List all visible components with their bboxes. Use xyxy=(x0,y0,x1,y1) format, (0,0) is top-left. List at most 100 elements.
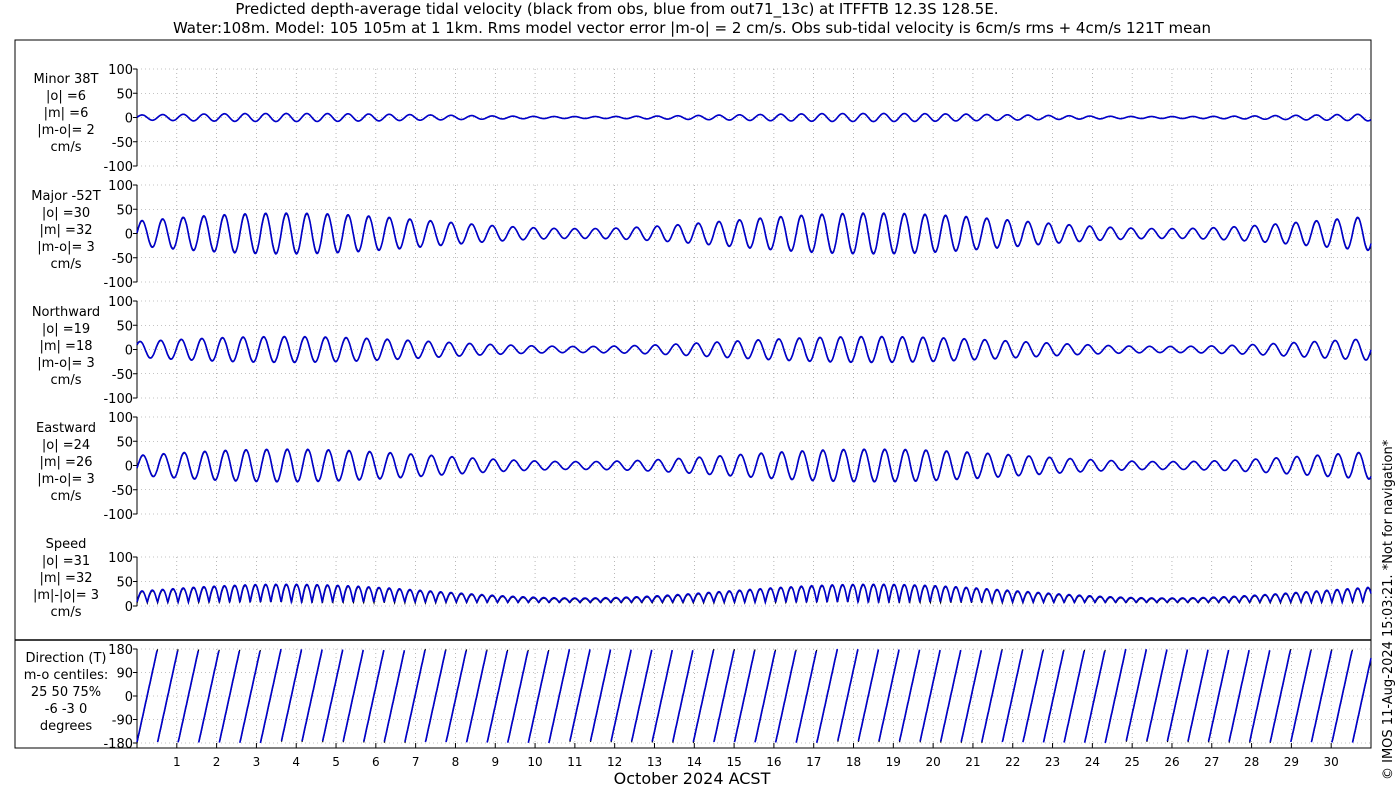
xtick-label: 9 xyxy=(491,755,499,769)
xtick-label: 30 xyxy=(1324,755,1339,769)
panel-label: Major -52T xyxy=(31,189,100,204)
xtick-label: 18 xyxy=(846,755,861,769)
panel-label: cm/s xyxy=(51,489,82,504)
xtick-label: 24 xyxy=(1085,755,1100,769)
ytick-label: -180 xyxy=(103,737,133,752)
ytick-label: 100 xyxy=(108,551,133,566)
panel-label: Eastward xyxy=(36,421,96,436)
ytick-label: 50 xyxy=(116,576,133,591)
xtick-label: 1 xyxy=(173,755,181,769)
ytick-label: -50 xyxy=(112,136,133,151)
panel-label: |m| =32 xyxy=(40,571,93,586)
xtick-label: 8 xyxy=(452,755,460,769)
ytick-label: 0 xyxy=(125,344,133,359)
panel-label: |m|-|o|= 3 xyxy=(33,588,99,603)
xtick-label: 11 xyxy=(567,755,582,769)
ytick-label: 90 xyxy=(116,667,133,682)
xtick-label: 23 xyxy=(1045,755,1060,769)
upper-frame xyxy=(14,39,1372,641)
xtick-label: 10 xyxy=(527,755,542,769)
ytick-label: 100 xyxy=(108,63,133,78)
ytick-label: 100 xyxy=(108,295,133,310)
panel-eastward: -100 -50 0 50 100 Eastward |o| =24 |m| =26 |m-o|… xyxy=(36,411,1372,523)
tidal-velocity-chart: Predicted depth-average tidal velocity (… xyxy=(14,0,1396,788)
panel-northward: -100 -50 0 50 100 Northward |o| =19 |m| =18 |m-o… xyxy=(32,295,1372,407)
chart-title-line2: Water:108m. Model: 105 105m at 1 1km. Rm… xyxy=(173,19,1211,37)
panel-major: -100 -50 0 50 100 Major -52T |o| =30 |m| =32 |m-… xyxy=(31,179,1372,291)
panel-label: 25 50 75% xyxy=(31,685,101,700)
xtick-label: 29 xyxy=(1284,755,1299,769)
panel-label: |m| =26 xyxy=(40,455,93,470)
xtick-label: 27 xyxy=(1204,755,1219,769)
panel-minor: -100 -50 0 50 100 Minor 38T |o| =6 |m| =6 |m-o|=… xyxy=(34,63,1372,175)
xtick-label: 28 xyxy=(1244,755,1259,769)
panel-label: degrees xyxy=(40,719,93,734)
panel-label: |m-o|= 3 xyxy=(37,240,95,255)
panel-label: |m| =6 xyxy=(44,106,89,121)
xtick-label: 21 xyxy=(965,755,980,769)
ytick-label: 180 xyxy=(108,643,133,658)
ytick-label: 0 xyxy=(125,112,133,127)
ytick-label: 50 xyxy=(116,87,133,102)
series-model-line xyxy=(136,112,1372,123)
panel-label: Northward xyxy=(32,305,100,320)
x-axis: 1 2 3 4 5 6 7 8 9 10 11 12 13 14 15 16 17 18 19 20 21 22 23 24 2… xyxy=(136,743,1372,769)
panel-label: |m-o|= 3 xyxy=(37,356,95,371)
ytick-label: -100 xyxy=(103,508,133,523)
panel-label: cm/s xyxy=(51,257,82,272)
ytick-label: 0 xyxy=(125,460,133,475)
ytick-label: -100 xyxy=(103,160,133,175)
x-axis-label: October 2024 ACST xyxy=(614,769,771,788)
panel-label: Minor 38T xyxy=(34,72,99,87)
xtick-label: 5 xyxy=(332,755,340,769)
panel-label: |m-o|= 3 xyxy=(37,472,95,487)
panel-label: |o| =6 xyxy=(46,89,86,104)
xtick-label: 2 xyxy=(213,755,221,769)
panel-label: -6 -3 0 xyxy=(45,702,87,717)
ytick-label: 50 xyxy=(116,203,133,218)
xtick-label: 25 xyxy=(1125,755,1140,769)
xtick-label: 14 xyxy=(687,755,702,769)
panel-label: cm/s xyxy=(51,140,82,155)
xtick-label: 17 xyxy=(806,755,821,769)
ytick-label: -100 xyxy=(103,392,133,407)
panel-direction: -180 -90 0 90 180Direction (T) m-o centiles: 2… xyxy=(24,643,1372,752)
panel-label: |o| =24 xyxy=(42,438,90,453)
xtick-label: 15 xyxy=(726,755,741,769)
xtick-label: 20 xyxy=(925,755,940,769)
panel-label: |o| =30 xyxy=(42,206,90,221)
xtick-label: 19 xyxy=(886,755,901,769)
ytick-label: 100 xyxy=(108,179,133,194)
xtick-label: 12 xyxy=(607,755,622,769)
panel-label: cm/s xyxy=(51,373,82,388)
ytick-label: -100 xyxy=(103,276,133,291)
xtick-label: 3 xyxy=(253,755,261,769)
ytick-label: 50 xyxy=(116,435,133,450)
ytick-label: 0 xyxy=(125,600,133,615)
ytick-label: -50 xyxy=(112,368,133,383)
xtick-label: 22 xyxy=(1005,755,1020,769)
ytick-label: -90 xyxy=(112,714,133,729)
xtick-label: 16 xyxy=(766,755,781,769)
panel-label: |o| =31 xyxy=(42,554,90,569)
panel-speed: 0 50 100 Speed |o| =31 |m| =32 |m|-|o|= 3 cm/s xyxy=(33,537,1372,620)
panel-label: |m| =32 xyxy=(40,223,93,238)
panel-label: Speed xyxy=(46,537,87,552)
ytick-label: 50 xyxy=(116,319,133,334)
ytick-label: -50 xyxy=(112,252,133,267)
panel-label: m-o centiles: xyxy=(24,668,109,683)
panel-label: |m| =18 xyxy=(40,339,93,354)
ytick-label: -50 xyxy=(112,484,133,499)
xtick-label: 7 xyxy=(412,755,420,769)
panel-label: |m-o|= 2 xyxy=(37,123,95,138)
xtick-label: 6 xyxy=(372,755,380,769)
ytick-label: 0 xyxy=(125,690,133,705)
chart-title-line1: Predicted depth-average tidal velocity (… xyxy=(235,0,998,19)
xtick-label: 26 xyxy=(1164,755,1179,769)
ytick-label: 100 xyxy=(108,411,133,426)
series-model-line xyxy=(136,583,1372,606)
panel-label: |o| =19 xyxy=(42,322,90,337)
panel-label: cm/s xyxy=(51,605,82,620)
xtick-label: 4 xyxy=(292,755,300,769)
ytick-label: 0 xyxy=(125,228,133,243)
